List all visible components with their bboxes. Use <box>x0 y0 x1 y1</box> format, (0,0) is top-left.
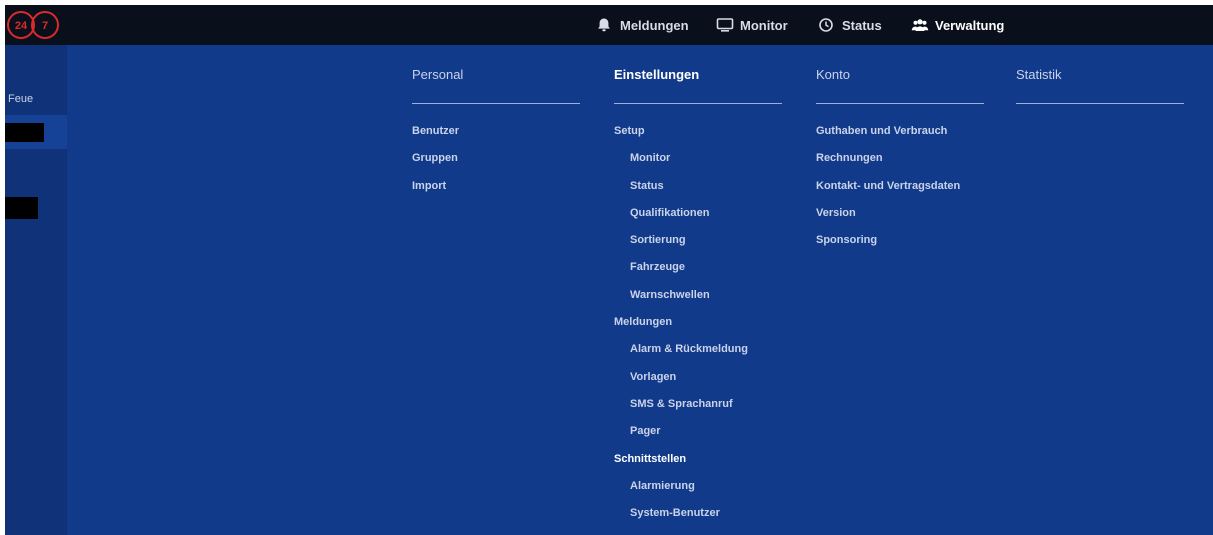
sidebar-item-redacted[interactable] <box>5 197 38 219</box>
menu-item-monitor[interactable]: Monitor <box>614 151 782 178</box>
menu-item-import[interactable]: Import <box>412 179 580 206</box>
menu-item-qualifikationen[interactable]: Qualifikationen <box>614 206 782 233</box>
menu-item-system-benutzer[interactable]: System-Benutzer <box>614 506 782 533</box>
menu-column-title-konto[interactable]: Konto <box>816 67 984 104</box>
menu-column-statistik: Statistik <box>1016 67 1184 104</box>
bell-icon <box>596 17 612 33</box>
nav-meldungen[interactable]: Meldungen <box>596 5 689 45</box>
menu-column-title-einstellungen[interactable]: Einstellungen <box>614 67 782 104</box>
sidebar-item-selected[interactable] <box>5 115 67 149</box>
menu-column-personal: Personal Benutzer Gruppen Import <box>412 67 580 206</box>
menu-item-sms-sprachanruf[interactable]: SMS & Sprachanruf <box>614 397 782 424</box>
nav-verwaltung-label: Verwaltung <box>935 17 1005 33</box>
app-window: 24 7 Meldungen Monitor Status Verwaltung… <box>5 5 1213 535</box>
users-icon <box>911 17 929 33</box>
menu-item-pager[interactable]: Pager <box>614 424 782 451</box>
menu-column-title-personal[interactable]: Personal <box>412 67 580 104</box>
menu-column-einstellungen: Einstellungen Setup Monitor Status Quali… <box>614 67 782 533</box>
menu-item-vorlagen[interactable]: Vorlagen <box>614 370 782 397</box>
sidebar-label: Feue <box>8 93 34 105</box>
menu-item-kontakt-vertragsdaten[interactable]: Kontakt- und Vertragsdaten <box>816 179 984 206</box>
sidebar-item-redacted <box>5 123 44 142</box>
menu-group-meldungen[interactable]: Meldungen <box>614 315 782 342</box>
menu-item-version[interactable]: Version <box>816 206 984 233</box>
monitor-icon <box>716 17 734 33</box>
menu-item-benutzer[interactable]: Benutzer <box>412 124 580 151</box>
menu-item-guthaben-verbrauch[interactable]: Guthaben und Verbrauch <box>816 124 984 151</box>
menu-item-sortierung[interactable]: Sortierung <box>614 233 782 260</box>
nav-status[interactable]: Status <box>818 5 882 45</box>
menu-item-status[interactable]: Status <box>614 179 782 206</box>
menu-item-alarm-rueckmeldung[interactable]: Alarm & Rückmeldung <box>614 342 782 369</box>
menu-group-setup[interactable]: Setup <box>614 124 782 151</box>
nav-status-label: Status <box>842 17 882 33</box>
clock-icon <box>818 17 834 33</box>
logo-text-24: 24 <box>15 20 28 32</box>
menu-item-rechnungen[interactable]: Rechnungen <box>816 151 984 178</box>
nav-monitor[interactable]: Monitor <box>716 5 788 45</box>
menu-column-konto: Konto Guthaben und Verbrauch Rechnungen … <box>816 67 984 260</box>
menu-item-alarmierung[interactable]: Alarmierung <box>614 479 782 506</box>
top-navigation-bar: 24 7 Meldungen Monitor Status Verwaltung <box>5 5 1213 45</box>
nav-verwaltung[interactable]: Verwaltung <box>911 5 1004 45</box>
menu-item-warnschwellen[interactable]: Warnschwellen <box>614 288 782 315</box>
nav-monitor-label: Monitor <box>740 17 788 33</box>
sidebar: Feue <box>5 45 67 535</box>
menu-item-sponsoring[interactable]: Sponsoring <box>816 233 984 260</box>
logo-icon: 24 7 <box>7 11 59 39</box>
menu-item-gruppen[interactable]: Gruppen <box>412 151 580 178</box>
nav-meldungen-label: Meldungen <box>620 17 689 33</box>
menu-group-schnittstellen[interactable]: Schnittstellen <box>614 452 782 479</box>
logo-text-7: 7 <box>42 20 48 32</box>
logo[interactable]: 24 7 <box>5 8 65 42</box>
menu-column-title-statistik[interactable]: Statistik <box>1016 67 1184 104</box>
menu-item-fahrzeuge[interactable]: Fahrzeuge <box>614 260 782 287</box>
